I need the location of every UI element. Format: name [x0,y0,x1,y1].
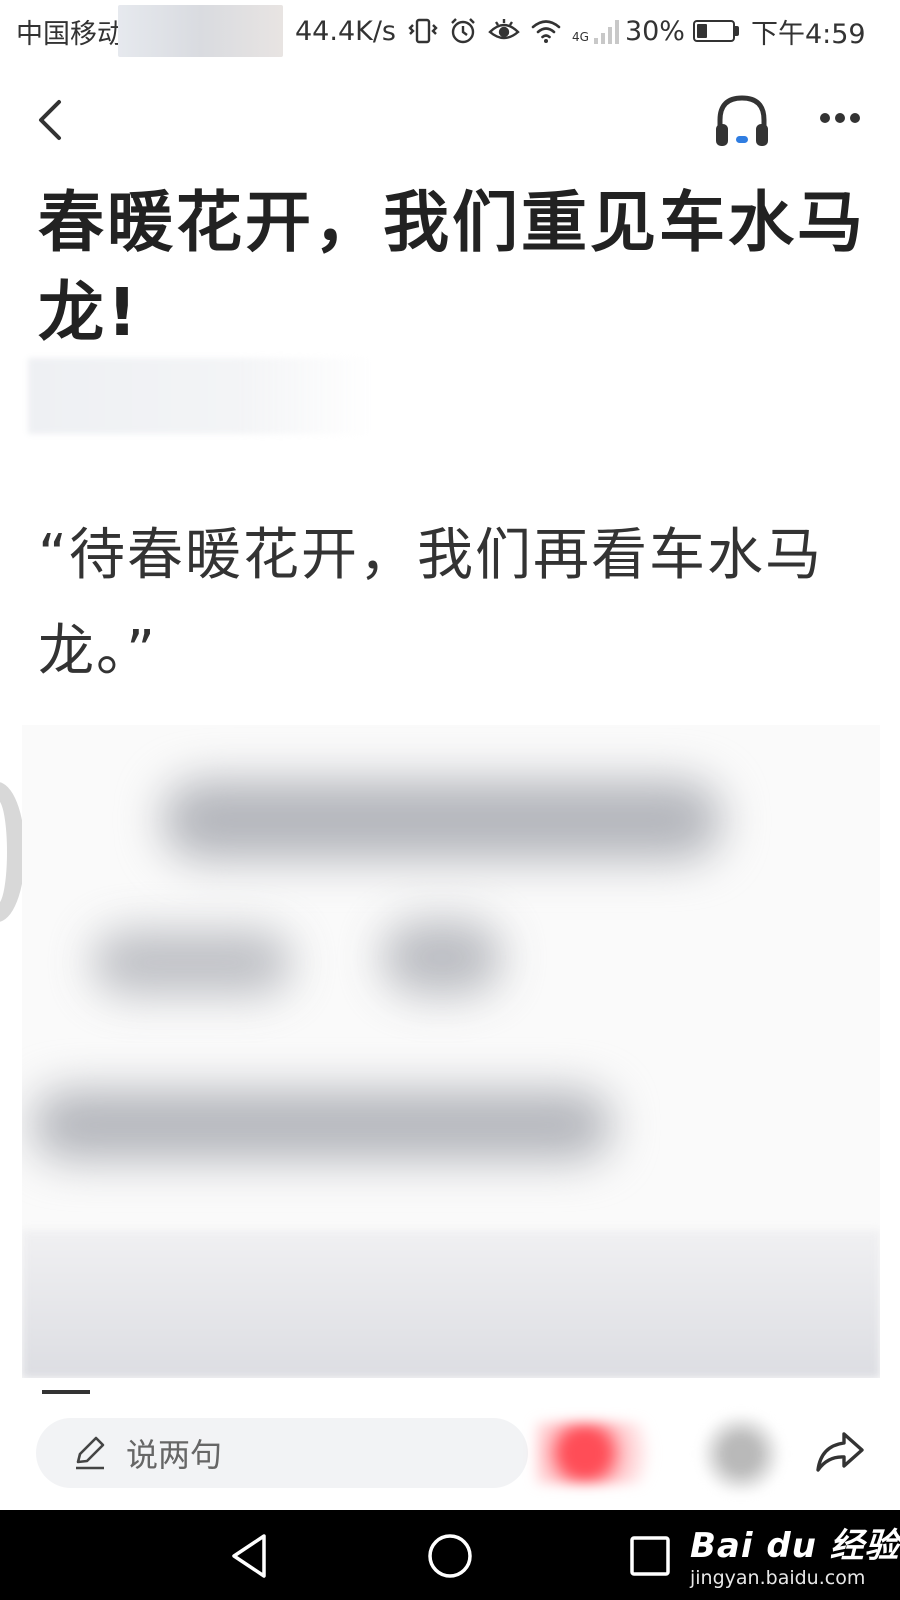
status-bar: 中国移动 44.4K/s 4G 30% 下午4:59 [0,0,900,62]
redacted-status-area [118,5,283,57]
battery-percent: 30% [624,15,685,47]
more-icon [820,113,860,123]
comment-input[interactable]: 说两句 [36,1418,528,1488]
nav-recents-button[interactable] [624,1530,676,1582]
baidu-jingyan-watermark: Bai du 经验 jingyan.baidu.com [690,1518,900,1589]
headphones-icon [716,95,768,146]
article-image-blurred [22,725,880,1378]
article-quote: “待春暖花开，我们再看车水马龙。” [38,523,824,684]
watermark-url: jingyan.baidu.com [690,1567,866,1589]
carrier-name: 中国移动 [16,18,124,50]
nav-back-button[interactable] [224,1530,276,1582]
network-speed: 44.4K/s [295,15,396,47]
nav-back-icon [232,1534,266,1578]
favorite-icon[interactable] [700,1416,782,1492]
watermark-logo: Bai du 经验 [690,1526,900,1566]
alarm-icon [451,18,475,44]
eye-comfort-icon [488,19,520,40]
top-nav [0,80,900,160]
share-icon [816,1432,864,1472]
clock: 下午4:59 [750,18,866,50]
more-options-button[interactable] [815,98,865,138]
nav-recents-icon [630,1536,670,1576]
page-indicator [42,1390,90,1394]
signal-icon [593,20,619,44]
wifi-icon [531,20,561,43]
listen-audio-button[interactable] [712,90,772,150]
system-nav-bar: Bai du 经验 jingyan.baidu.com [0,1510,900,1600]
comment-placeholder: 说两句 [126,1436,223,1474]
pen-icon [76,1436,105,1470]
vibrate-icon [408,18,438,44]
nav-home-button[interactable] [424,1530,476,1582]
like-icon[interactable] [536,1422,676,1484]
back-button[interactable] [30,94,70,146]
status-icons: 4G [408,16,621,46]
battery-icon [692,20,739,42]
back-icon [39,100,61,140]
share-button[interactable] [812,1424,868,1480]
network-type: 4G [572,30,589,44]
redacted-author-info [28,358,373,434]
battery-level-fill [696,24,708,38]
article-title: 春暖花开，我们重见车水马龙! [38,184,866,351]
nav-home-icon [428,1534,472,1578]
